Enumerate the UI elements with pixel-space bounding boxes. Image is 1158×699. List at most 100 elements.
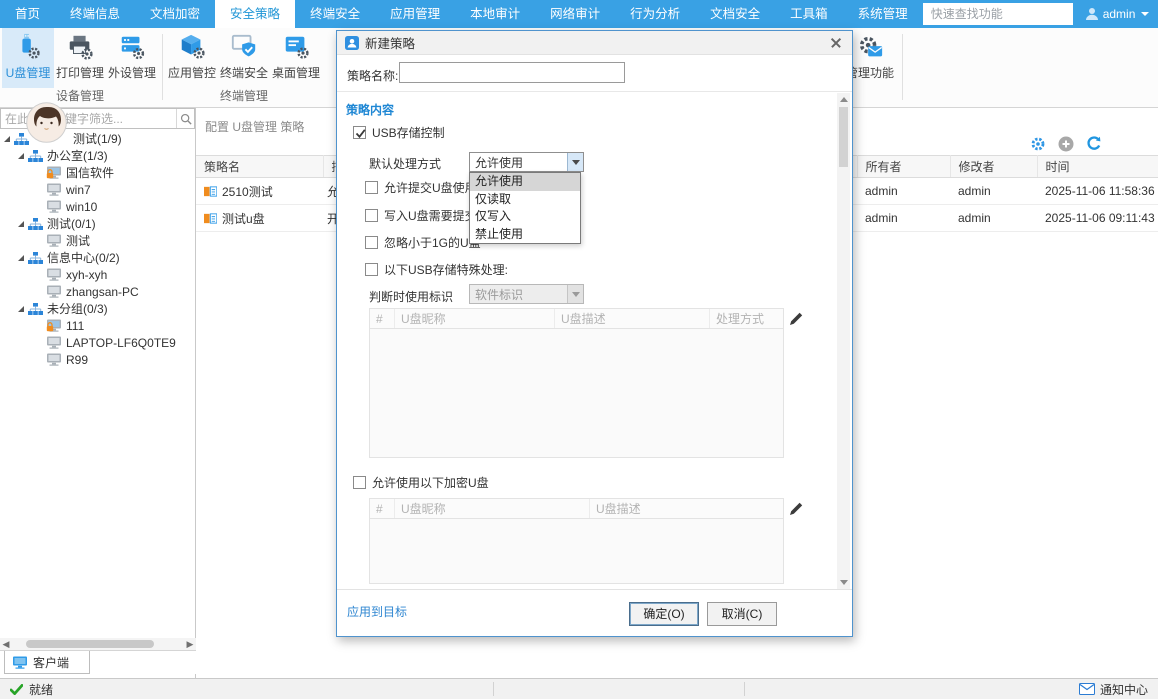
tree-node-pc[interactable]: LAPTOP-LF6Q0TE9 — [0, 334, 195, 351]
tree-node-group[interactable]: 未分组(0/3) — [0, 300, 195, 317]
checkbox-checked[interactable] — [353, 126, 366, 139]
id-method-combobox[interactable]: 软件标识 — [469, 284, 584, 304]
apply-to-target-link[interactable]: 应用到目标 — [347, 603, 407, 620]
user-menu[interactable]: admin — [1073, 7, 1158, 21]
ribbon-terminal-security[interactable]: 终端安全 — [218, 28, 270, 88]
checkbox-unchecked[interactable] — [353, 476, 366, 489]
ribbon-peripheral-manage[interactable]: 外设管理 — [106, 28, 158, 88]
combo-dropdown-button[interactable] — [567, 153, 583, 171]
checkbox-encrypted-usb[interactable]: 允许使用以下加密U盘 — [353, 475, 489, 490]
checkbox-unchecked[interactable] — [365, 263, 378, 276]
horizontal-scrollbar[interactable]: ◀ ▶ — [0, 638, 196, 650]
refresh-icon[interactable] — [1086, 136, 1102, 152]
tree-node-pc[interactable]: win7 — [0, 181, 195, 198]
tree-node-pc[interactable]: 测试 — [0, 232, 195, 249]
computer-icon — [46, 285, 62, 298]
checkbox-special-usb[interactable]: 以下USB存储特殊处理: — [365, 262, 508, 277]
expand-triangle-icon[interactable] — [4, 136, 10, 142]
ribbon-desktop-manage[interactable]: 桌面管理 — [270, 28, 322, 88]
tree-node-pc[interactable]: xyh-xyh — [0, 266, 195, 283]
scroll-right-icon[interactable]: ▶ — [184, 638, 196, 650]
peripherals-icon — [118, 33, 146, 61]
usb-drive-icon — [14, 33, 42, 61]
dropdown-option-forbid[interactable]: 禁止使用 — [470, 226, 580, 244]
nav-behavior-analysis[interactable]: 行为分析 — [615, 0, 695, 28]
tree-node-group[interactable]: 测试(0/1) — [0, 215, 195, 232]
divider — [493, 682, 494, 696]
nav-toolbox[interactable]: 工具箱 — [775, 0, 843, 28]
nav-terminal-security[interactable]: 终端安全 — [295, 0, 375, 28]
dropdown-option-readonly[interactable]: 仅读取 — [470, 191, 580, 209]
settings-gear-icon[interactable] — [1030, 136, 1046, 152]
ribbon-app-control[interactable]: 应用管控 — [166, 28, 218, 88]
col-modifier[interactable]: 修改者 — [950, 156, 1037, 178]
nav-app-manage[interactable]: 应用管理 — [375, 0, 455, 28]
search-icon[interactable] — [176, 109, 194, 128]
computer-icon — [46, 268, 62, 281]
checkbox-unchecked[interactable] — [365, 181, 378, 194]
scrollbar-thumb[interactable] — [26, 640, 154, 648]
scrollbar-thumb[interactable] — [839, 107, 848, 167]
ribbon-usb-manage[interactable]: U盘管理 — [2, 28, 54, 88]
default-mode-dropdown-list: 允许使用 仅读取 仅写入 禁止使用 — [469, 172, 581, 244]
nav-doc-security[interactable]: 文档安全 — [695, 0, 775, 28]
computer-lock-icon — [46, 319, 62, 332]
chevron-down-icon — [572, 160, 580, 165]
nav-terminal-info[interactable]: 终端信息 — [55, 0, 135, 28]
scroll-up-icon[interactable] — [840, 97, 848, 102]
ok-button[interactable]: 确定(O) — [629, 602, 699, 626]
scroll-left-icon[interactable]: ◀ — [0, 638, 12, 650]
quick-search-input[interactable] — [923, 3, 1073, 25]
list-toolbar — [1030, 136, 1102, 152]
tree-node-group[interactable]: 办公室(1/3) — [0, 147, 195, 164]
expand-triangle-icon[interactable] — [18, 153, 24, 159]
ready-check-icon — [10, 684, 23, 695]
divider — [744, 682, 745, 696]
scroll-down-icon[interactable] — [840, 580, 848, 585]
tree-node-group[interactable]: 信息中心(0/2) — [0, 249, 195, 266]
expand-triangle-icon[interactable] — [18, 221, 24, 227]
tree-node-pc[interactable]: zhangsan-PC — [0, 283, 195, 300]
cancel-button[interactable]: 取消(C) — [707, 602, 777, 626]
checkbox-unchecked[interactable] — [365, 236, 378, 249]
expand-triangle-icon[interactable] — [18, 306, 24, 312]
add-policy-icon[interactable] — [1058, 136, 1074, 152]
nav-doc-encrypt[interactable]: 文档加密 — [135, 0, 215, 28]
computer-icon — [46, 336, 62, 349]
chevron-down-icon — [572, 292, 580, 297]
nav-home[interactable]: 首页 — [0, 0, 55, 28]
col-policy-name[interactable]: 策略名 — [196, 156, 323, 178]
checkbox-ignore-1g[interactable]: 忽略小于1G的U盘 — [365, 235, 481, 250]
nav-local-audit[interactable]: 本地审计 — [455, 0, 535, 28]
tree-node-pc[interactable]: 111 — [0, 317, 195, 334]
divider — [337, 91, 852, 92]
dialog-scrollbar[interactable] — [837, 93, 850, 589]
org-group-icon — [28, 252, 43, 264]
close-icon[interactable] — [828, 35, 844, 51]
sidebar-tab-bar: 客户端 — [0, 650, 196, 674]
dropdown-option-allow[interactable]: 允许使用 — [470, 173, 580, 191]
policy-name-input[interactable] — [399, 62, 625, 83]
notify-center[interactable]: 通知中心 — [1079, 681, 1148, 698]
ribbon-print-manage[interactable]: 打印管理 — [54, 28, 106, 88]
app-control-cube-icon — [178, 33, 206, 61]
tree-node-pc[interactable]: 国信软件 — [0, 164, 195, 181]
tab-client[interactable]: 客户端 — [4, 651, 90, 674]
default-mode-combobox[interactable]: 允许使用 — [469, 152, 584, 172]
nav-system-manage[interactable]: 系统管理 — [843, 0, 923, 28]
expand-triangle-icon[interactable] — [18, 255, 24, 261]
tree-node-pc[interactable]: win10 — [0, 198, 195, 215]
status-bar: 就绪 通知中心 — [0, 678, 1158, 699]
dropdown-option-writeonly[interactable]: 仅写入 — [470, 208, 580, 226]
col-time[interactable]: 时间 — [1037, 156, 1158, 178]
nav-network-audit[interactable]: 网络审计 — [535, 0, 615, 28]
edit-pencil-icon[interactable] — [789, 312, 803, 326]
checkbox-unchecked[interactable] — [365, 209, 378, 222]
dialog-title-bar: 新建策略 — [337, 31, 852, 55]
tree-node-pc[interactable]: R99 — [0, 351, 195, 368]
col-owner[interactable]: 所有者 — [857, 156, 950, 178]
nav-security-policy[interactable]: 安全策略 — [215, 0, 295, 28]
ribbon-group-terminal: 应用管控 终端安全 桌面管理 终端管理 — [166, 28, 322, 107]
checkbox-usb-control[interactable]: USB存储控制 — [353, 125, 445, 140]
edit-pencil-icon[interactable] — [789, 502, 803, 516]
